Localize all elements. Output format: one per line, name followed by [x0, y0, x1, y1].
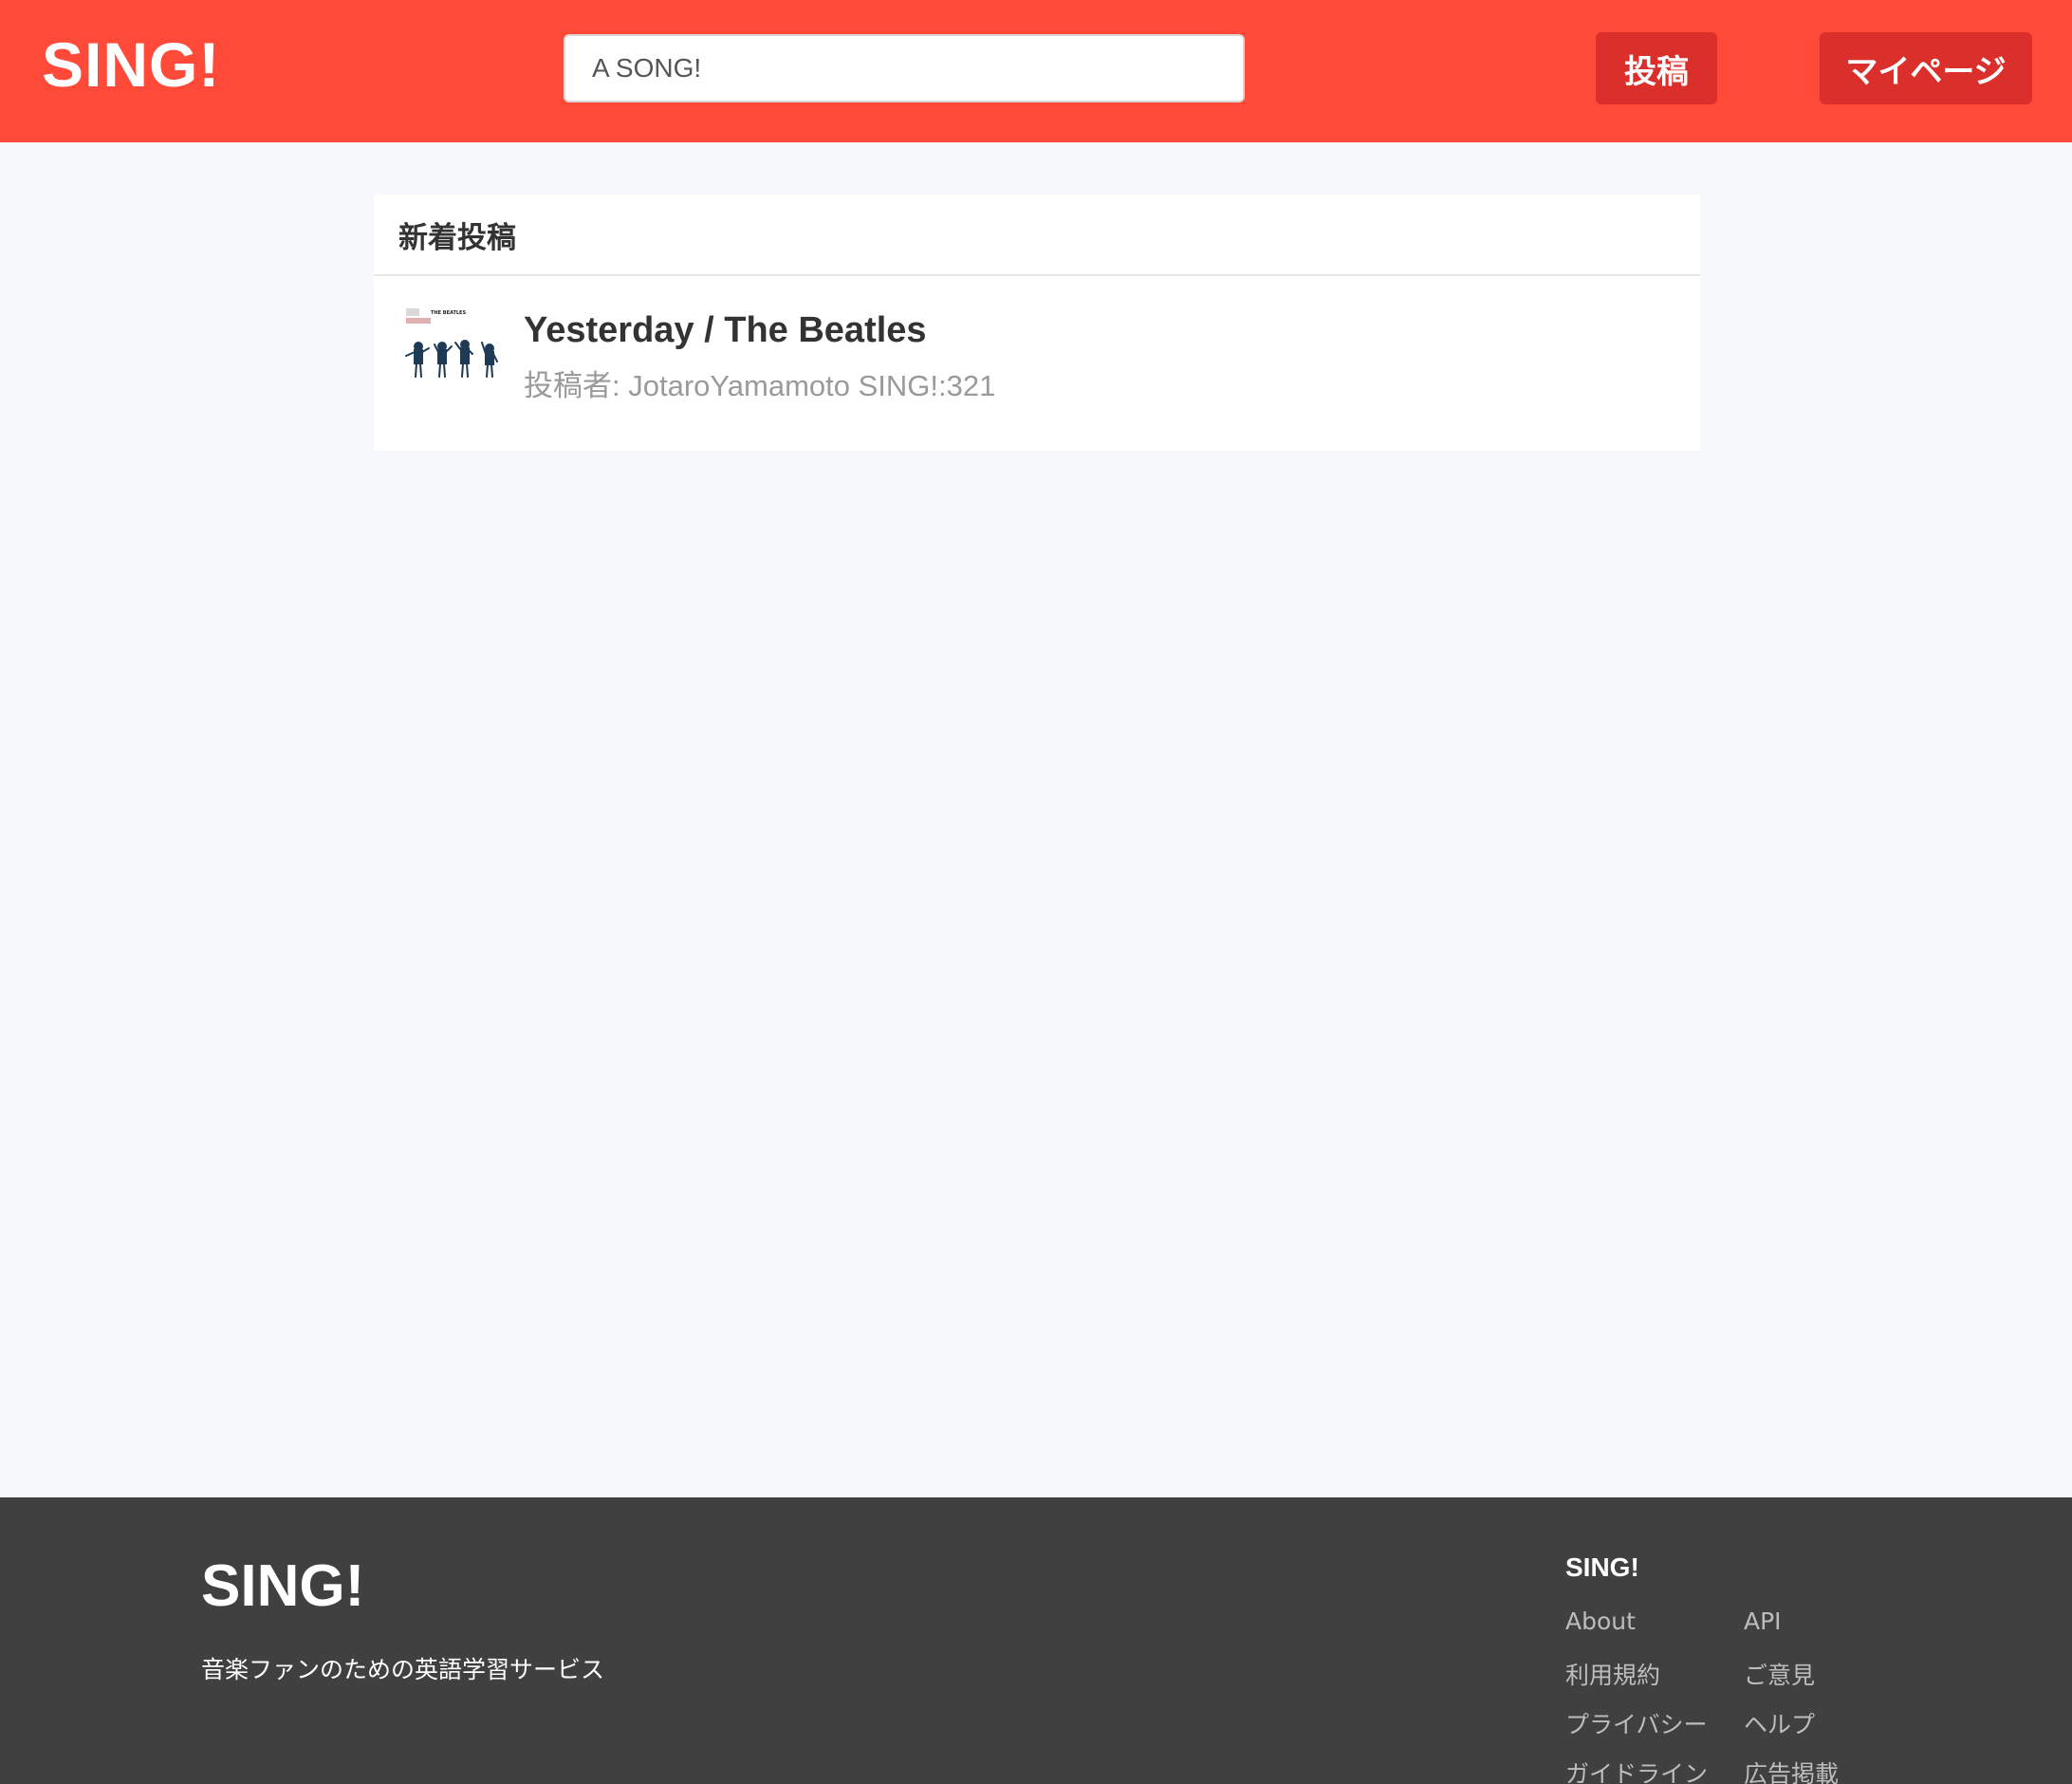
post-meta: 投稿者: JotaroYamamoto SING!:321	[524, 369, 996, 402]
top-navbar: SING! 投稿 マイページ	[0, 0, 2072, 142]
footer-link-terms[interactable]: 利用規約	[1565, 1657, 1660, 1691]
mypage-button[interactable]: マイページ	[1820, 32, 2032, 104]
page: SING! 投稿 マイページ 新着投稿 THE BEATLES	[0, 0, 2072, 1784]
footer-link-api[interactable]: API	[1744, 1607, 1782, 1635]
footer-link-feedback[interactable]: ご意見	[1744, 1657, 1815, 1691]
site-logo[interactable]: SING!	[42, 28, 220, 101]
footer-logo: SING!	[201, 1553, 365, 1619]
footer-link-help[interactable]: ヘルプ	[1744, 1706, 1815, 1740]
thumbnail-label: THE BEATLES	[431, 310, 466, 316]
new-posts-card: 新着投稿 THE BEATLES Yesterday / The Beatles…	[374, 195, 1700, 451]
album-cover-image: THE BEATLES	[402, 305, 503, 400]
footer-link-about[interactable]: About	[1565, 1607, 1636, 1635]
footer-link-advertising[interactable]: 広告掲載	[1744, 1756, 1839, 1784]
section-title: 新着投稿	[374, 195, 1700, 276]
list-item[interactable]: THE BEATLES Yesterday / The Beatles 投稿者:…	[374, 276, 1700, 449]
album-thumbnail[interactable]: THE BEATLES	[402, 305, 503, 400]
footer-links-heading: SING!	[1565, 1552, 1639, 1582]
post-title-link[interactable]: Yesterday / The Beatles	[524, 310, 927, 351]
footer: SING! 音楽ファンのための英語学習サービス SING! About 利用規約…	[0, 1497, 2072, 1784]
footer-link-privacy[interactable]: プライバシー	[1565, 1706, 1708, 1740]
footer-link-guidelines[interactable]: ガイドライン	[1565, 1756, 1708, 1784]
post-button[interactable]: 投稿	[1596, 32, 1717, 104]
footer-tagline: 音楽ファンのための英語学習サービス	[201, 1656, 605, 1683]
search-input[interactable]	[564, 34, 1245, 102]
